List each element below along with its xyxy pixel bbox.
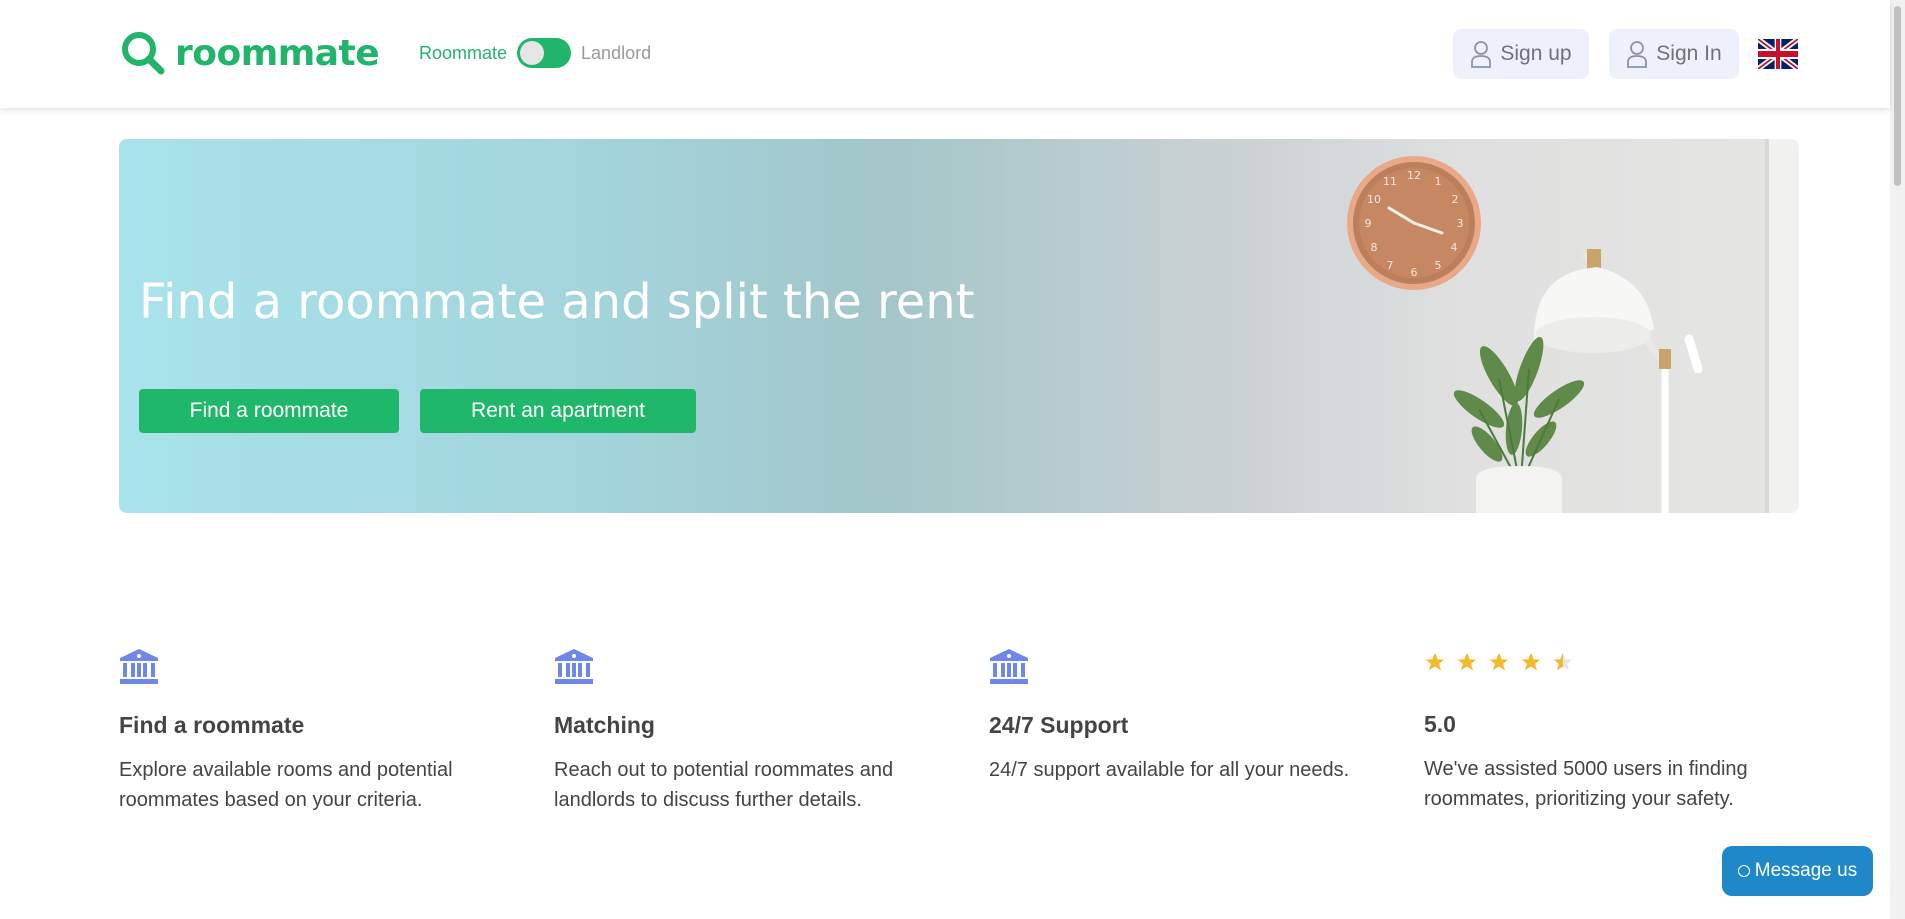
feature-description: 24/7 support available for all your need…	[989, 759, 1350, 781]
svg-text:9: 9	[1365, 217, 1372, 230]
user-icon	[1626, 40, 1648, 68]
find-roommate-button[interactable]: Find a roommate	[139, 389, 399, 433]
feature-description: We've assisted 5000 users in finding roo…	[1424, 758, 1748, 810]
user-icon	[1470, 40, 1492, 68]
svg-text:12: 12	[1407, 169, 1421, 182]
sign-up-button[interactable]: Sign up	[1453, 29, 1589, 79]
mode-switch[interactable]	[517, 38, 572, 68]
feature-card: Find a roommate Explore available rooms …	[119, 647, 509, 815]
star-half-icon	[1553, 652, 1573, 671]
feature-title: Find a roommate	[119, 712, 305, 738]
search-icon	[122, 32, 165, 75]
logo[interactable]: roommate	[119, 29, 380, 77]
chat-icon	[1737, 865, 1750, 877]
hero-title: Find a roommate and split the rent	[139, 274, 975, 330]
sign-up-label: Sign up	[1500, 42, 1572, 65]
top-navbar: roommate Roommate Landlord Sign up Sign …	[0, 0, 1890, 108]
svg-text:3: 3	[1457, 217, 1464, 230]
mode-roommate-label[interactable]: Roommate	[419, 43, 507, 64]
feature-card: 5.0 We've assisted 5000 users in finding…	[1424, 647, 1814, 814]
scroll-thumb[interactable]	[1894, 6, 1901, 186]
feature-description: Reach out to potential roommates and lan…	[554, 759, 894, 811]
bank-icon	[120, 649, 158, 684]
star-icon	[1521, 652, 1541, 671]
feature-card: Matching Reach out to potential roommate…	[554, 647, 944, 815]
svg-text:11: 11	[1383, 175, 1397, 188]
switch-knob	[520, 41, 545, 65]
feature-description: Explore available rooms and potential ro…	[119, 759, 453, 811]
star-icon	[1457, 652, 1477, 671]
svg-text:1: 1	[1435, 175, 1442, 188]
rent-apartment-button[interactable]: Rent an apartment	[420, 389, 696, 433]
hero-banner: 12 1 2 345 678 9 10 11 Find a roommate a…	[119, 139, 1799, 513]
sign-in-label: Sign In	[1656, 42, 1722, 65]
rating-stars	[1424, 647, 1814, 691]
rating-value: 5.0	[1424, 711, 1456, 737]
bank-icon	[555, 649, 593, 684]
hero-room-illustration: 12 12 3 45 6 78 9 1011	[1347, 139, 1799, 513]
feature-card: 24/7 Support 24/7 support available for …	[989, 647, 1379, 785]
svg-text:4: 4	[1451, 241, 1458, 254]
bank-icon	[990, 649, 1028, 684]
feature-title: 24/7 Support	[989, 712, 1129, 738]
message-us-button[interactable]: Message us	[1722, 846, 1873, 896]
page-scrollbar[interactable]	[1890, 0, 1905, 919]
svg-text:5: 5	[1435, 259, 1442, 272]
svg-text:10: 10	[1367, 193, 1381, 206]
svg-text:7: 7	[1387, 259, 1394, 272]
star-icon	[1489, 652, 1509, 671]
message-us-label: Message us	[1754, 860, 1858, 881]
uk-flag-icon[interactable]	[1758, 39, 1798, 69]
sign-in-button[interactable]: Sign In	[1609, 29, 1739, 79]
svg-text:2: 2	[1452, 193, 1459, 206]
star-icon	[1425, 652, 1445, 671]
mode-toggle: Roommate Landlord	[419, 38, 651, 68]
logo-text: roommate	[175, 32, 380, 74]
svg-text:8: 8	[1371, 241, 1378, 254]
mode-landlord-label[interactable]: Landlord	[581, 43, 651, 64]
feature-title: Matching	[554, 712, 655, 738]
svg-text:6: 6	[1411, 266, 1418, 279]
